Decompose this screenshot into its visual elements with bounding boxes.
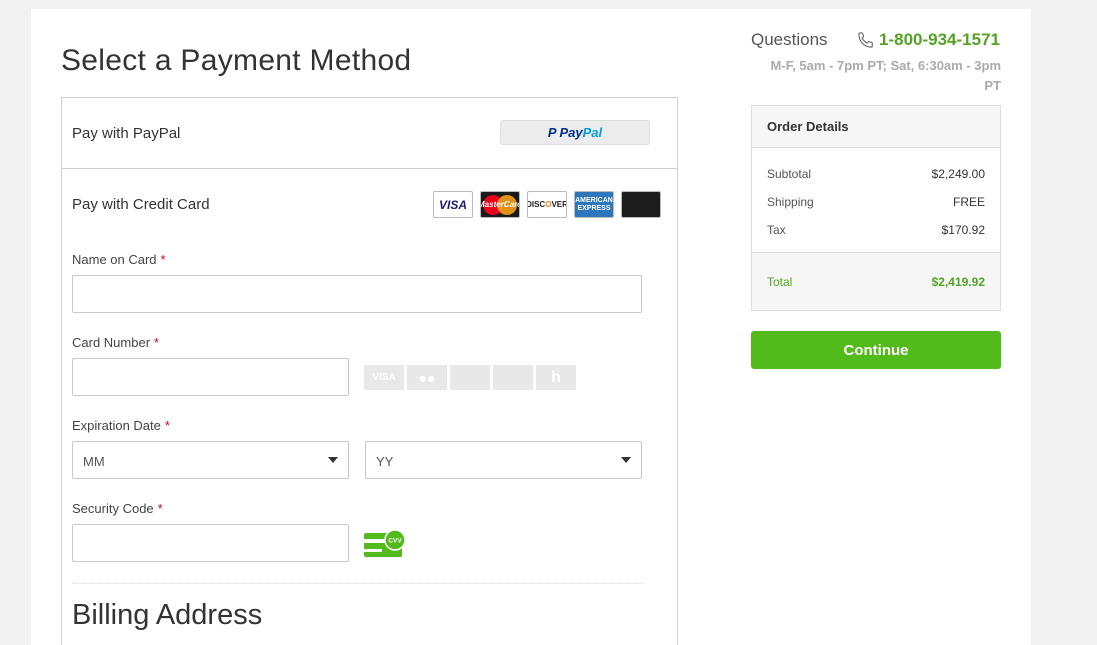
name-on-card-label: Name on Card * bbox=[72, 252, 166, 267]
required-marker: * bbox=[160, 252, 166, 267]
order-line-label: Tax bbox=[767, 223, 786, 237]
order-total-label: Total bbox=[767, 274, 793, 289]
payment-methods: Pay with PayPal P Pay Pal Pay with Credit… bbox=[61, 97, 678, 645]
order-line-value: FREE bbox=[952, 195, 985, 209]
mastercard-card-icon: MasterCard bbox=[480, 191, 520, 218]
order-details-header: Order Details bbox=[752, 106, 1000, 148]
expiration-date-label: Expiration Date * bbox=[72, 418, 170, 433]
support-phone-link[interactable]: 1-800-934-1571 bbox=[879, 30, 1000, 50]
amex-card-icon: AMERICAN EXPRESS bbox=[574, 191, 614, 218]
order-line-label: Subtotal bbox=[767, 167, 812, 181]
order-details: Order Details Subtotal $2,249.00 Shippin… bbox=[751, 105, 1001, 311]
expiration-month-select[interactable]: MM bbox=[72, 441, 349, 479]
paypal-logo-pay: Pay bbox=[559, 125, 583, 140]
cvv-icon-text: CVV bbox=[388, 538, 402, 545]
billing-address-title: Billing Address bbox=[72, 599, 263, 631]
paypal-icon: P bbox=[547, 125, 557, 140]
paypal-label: Pay with PayPal bbox=[72, 125, 181, 142]
required-marker: * bbox=[164, 418, 170, 433]
order-line-tax: Tax $170.92 bbox=[767, 216, 985, 244]
section-divider bbox=[72, 583, 644, 584]
order-total: Total $2,419.92 bbox=[752, 252, 1000, 310]
cvv-icon: CVV bbox=[364, 529, 405, 557]
card-number-input[interactable] bbox=[72, 358, 349, 396]
paypal-logo-pal: Pal bbox=[582, 125, 603, 140]
paypal-button[interactable]: P Pay Pal bbox=[500, 120, 650, 145]
card-type-icons: VISA ●● h bbox=[364, 365, 576, 390]
continue-button[interactable]: Continue bbox=[751, 331, 1001, 369]
credit-card-label: Pay with Credit Card bbox=[72, 196, 210, 213]
page-title: Select a Payment Method bbox=[61, 44, 412, 77]
order-line-value: $2,249.00 bbox=[931, 167, 985, 181]
required-marker: * bbox=[157, 501, 163, 516]
security-code-input[interactable] bbox=[72, 524, 349, 562]
expiration-year-select[interactable]: YY bbox=[365, 441, 642, 479]
security-code-label: Security Code * bbox=[72, 501, 163, 516]
order-line-value: $170.92 bbox=[941, 223, 985, 237]
phone-icon bbox=[858, 32, 873, 48]
order-total-value: $2,419.92 bbox=[931, 274, 985, 289]
order-line-shipping: Shipping FREE bbox=[767, 188, 985, 216]
visa-icon: VISA bbox=[364, 365, 404, 390]
chevron-down-icon bbox=[328, 457, 338, 463]
questions-label: Questions bbox=[751, 30, 828, 49]
paypal-option[interactable]: Pay with PayPal P Pay Pal bbox=[62, 98, 677, 169]
support-hours: M-F, 5am - 7pm PT; Sat, 6:30am - 3pm PT bbox=[770, 58, 1001, 93]
required-marker: * bbox=[154, 335, 160, 350]
discover-icon bbox=[493, 365, 533, 390]
order-lines: Subtotal $2,249.00 Shipping FREE Tax $17… bbox=[752, 148, 1000, 252]
visa-card-icon: VISA bbox=[433, 191, 473, 218]
order-line-subtotal: Subtotal $2,249.00 bbox=[767, 160, 985, 188]
generic-card-icon: h bbox=[536, 365, 576, 390]
discover-card-icon: DISC O VER bbox=[527, 191, 567, 218]
chevron-down-icon bbox=[621, 457, 631, 463]
order-line-label: Shipping bbox=[767, 195, 814, 209]
mastercard-icon: ●● bbox=[407, 365, 447, 390]
black-card-icon bbox=[621, 191, 661, 218]
card-number-label: Card Number * bbox=[72, 335, 160, 350]
name-on-card-input[interactable] bbox=[72, 275, 642, 313]
accepted-cards: VISA MasterCard DISC O VER AMERICAN EXPRES… bbox=[433, 191, 661, 218]
amex-icon bbox=[450, 365, 490, 390]
